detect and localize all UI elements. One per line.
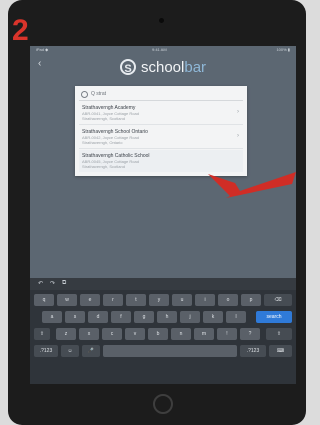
ipad-screen: iPad ◆ 9:41 AM 100% ▮ ‹ S school bar Q s… bbox=[30, 46, 296, 384]
camera-icon bbox=[159, 18, 164, 23]
step-number: 2 bbox=[12, 14, 29, 47]
annotation-arrow bbox=[208, 172, 296, 198]
annotation-arrow-shape bbox=[208, 172, 296, 198]
home-button[interactable] bbox=[153, 394, 173, 414]
